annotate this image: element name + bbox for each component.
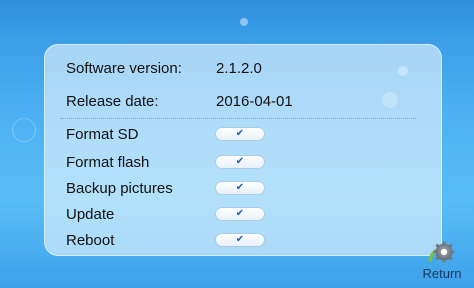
format-sd-button[interactable]: ✔ xyxy=(216,128,264,140)
update-label: Update xyxy=(66,205,115,223)
format-sd-row: Format SD ✔ xyxy=(66,124,286,144)
return-label: Return xyxy=(422,266,462,281)
format-flash-label: Format flash xyxy=(66,153,150,171)
background-bubble xyxy=(12,118,36,142)
update-button[interactable]: ✔ xyxy=(216,208,264,220)
reboot-label: Reboot xyxy=(66,231,115,249)
backup-pictures-row: Backup pictures ✔ xyxy=(66,178,286,198)
section-divider xyxy=(60,118,416,120)
settings-screen: Software version: 2.1.2.0 Release date: … xyxy=(0,0,474,288)
format-flash-button[interactable]: ✔ xyxy=(216,156,264,168)
backup-pictures-label: Backup pictures xyxy=(66,179,173,197)
return-button[interactable]: Return xyxy=(417,239,467,285)
release-date-row: Release date: 2016-04-01 xyxy=(66,91,293,111)
gear-icon xyxy=(425,239,459,267)
format-flash-row: Format flash ✔ xyxy=(66,152,286,172)
reboot-button[interactable]: ✔ xyxy=(216,234,264,246)
background-bubble xyxy=(240,18,248,26)
update-row: Update ✔ xyxy=(66,204,286,224)
release-date-value: 2016-04-01 xyxy=(216,92,293,110)
backup-pictures-button[interactable]: ✔ xyxy=(216,182,264,194)
software-version-value: 2.1.2.0 xyxy=(216,59,262,77)
format-sd-label: Format SD xyxy=(66,125,139,143)
software-version-label: Software version: xyxy=(66,59,182,77)
software-version-row: Software version: 2.1.2.0 xyxy=(66,58,262,78)
reboot-row: Reboot ✔ xyxy=(66,230,286,250)
release-date-label: Release date: xyxy=(66,92,159,110)
